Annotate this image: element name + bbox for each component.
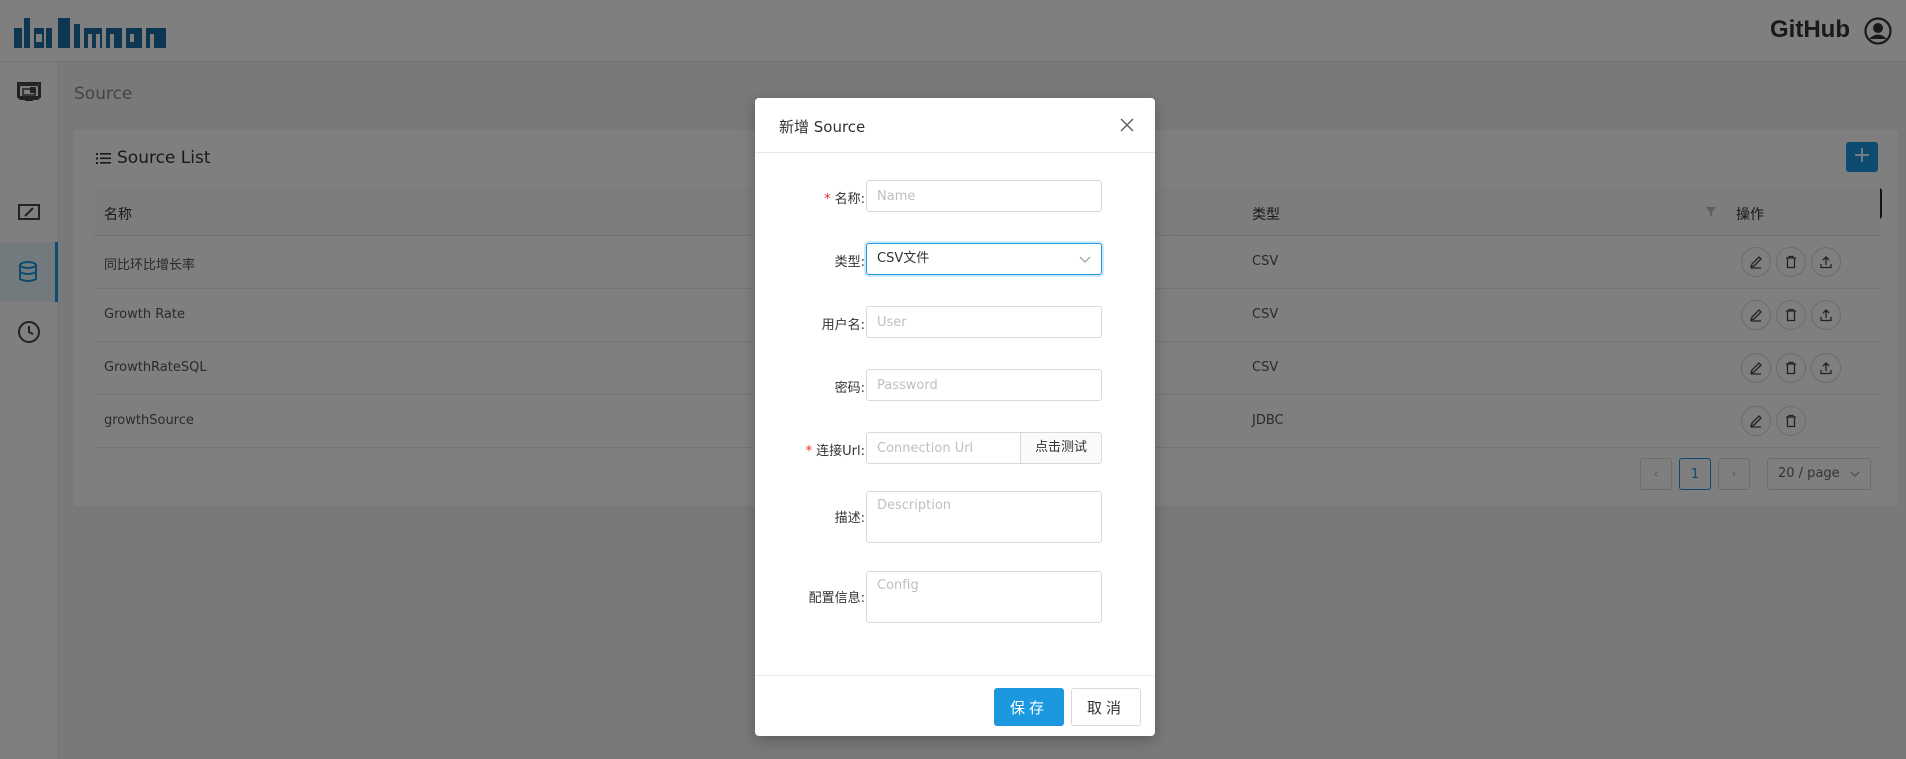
modal-header: 新增 Source — [755, 98, 1155, 153]
type-select-value: CSV文件 — [877, 251, 930, 266]
modal-title: 新增 Source — [779, 118, 866, 136]
config-label: 配置信息: — [808, 591, 865, 606]
name-input[interactable] — [866, 180, 1102, 212]
save-button[interactable]: 保存 — [994, 688, 1064, 726]
password-input[interactable] — [866, 369, 1102, 401]
config-textarea[interactable] — [866, 571, 1102, 623]
chevron-down-icon — [1079, 256, 1091, 263]
description-textarea[interactable] — [866, 491, 1102, 543]
name-label: * 名称: — [824, 192, 865, 207]
test-connection-button[interactable]: 点击测试 — [1021, 432, 1102, 464]
close-icon[interactable] — [1119, 117, 1135, 133]
type-label: 类型: — [834, 255, 865, 270]
user-label: 用户名: — [821, 318, 865, 333]
type-select[interactable]: CSV文件 — [866, 243, 1102, 275]
password-label: 密码: — [834, 381, 865, 396]
cancel-button[interactable]: 取消 — [1071, 688, 1141, 726]
url-label: * 连接Url: — [805, 444, 865, 459]
modal-footer: 保存 取消 — [755, 675, 1155, 736]
connection-url-input[interactable] — [866, 432, 1021, 464]
user-input[interactable] — [866, 306, 1102, 338]
new-source-modal: 新增 Source *名称: 类型: CSV文件 用户名: 密码: *连接Url… — [755, 98, 1155, 736]
description-label: 描述: — [834, 511, 865, 526]
